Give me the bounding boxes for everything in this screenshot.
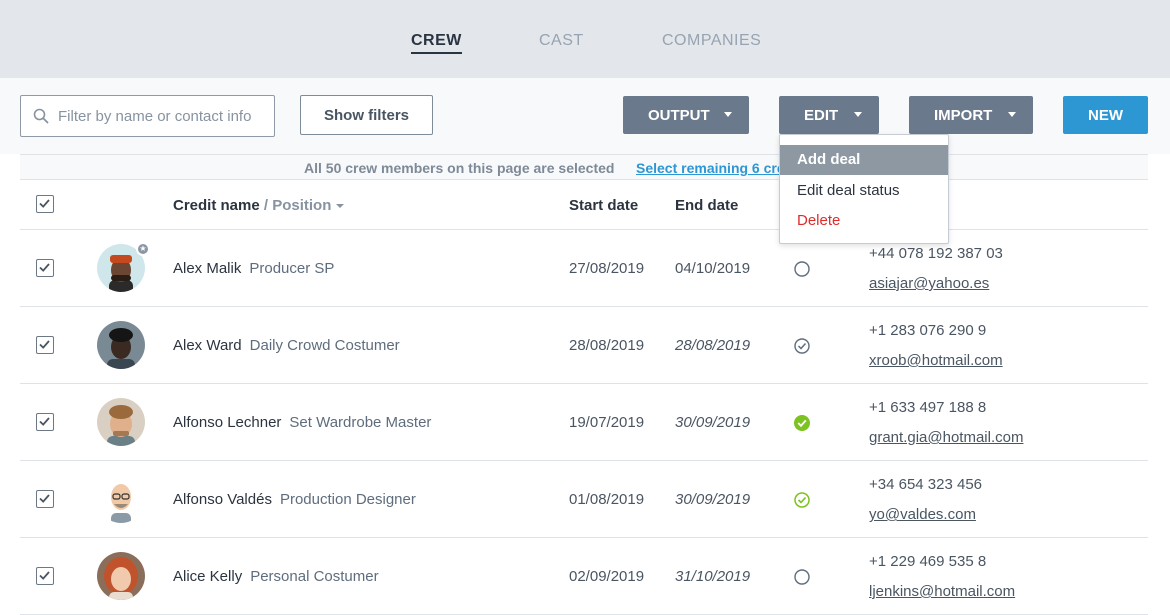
- table-row[interactable]: Alfonso Lechner Set Wardrobe Master 19/07…: [20, 384, 1148, 461]
- crew-name: Alfonso Lechner: [173, 414, 282, 431]
- phone-number: +1 633 497 188 8: [869, 399, 987, 416]
- avatar: [97, 475, 145, 523]
- tab-companies[interactable]: COMPANIES: [662, 32, 761, 50]
- selection-banner: All 50 crew members on this page are sel…: [20, 154, 1148, 180]
- start-date: 27/08/2019: [569, 260, 645, 277]
- email-link[interactable]: xroob@hotmail.com: [869, 352, 1003, 369]
- phone-number: +1 283 076 290 9: [869, 322, 987, 339]
- checkmark-icon: [39, 340, 50, 349]
- email-link[interactable]: asiajar@yahoo.es: [869, 275, 989, 292]
- search-input[interactable]: [58, 107, 268, 125]
- crew-position: Personal Costumer: [250, 568, 379, 585]
- crew-position: Daily Crowd Costumer: [249, 337, 400, 354]
- search-icon: [33, 108, 49, 124]
- crew-position: Production Designer: [279, 491, 416, 508]
- phone-number: +34 654 323 456: [869, 476, 983, 493]
- selection-message: All 50 crew members on this page are sel…: [304, 160, 615, 176]
- checkmark-icon: [39, 494, 50, 503]
- chevron-down-icon: [1008, 112, 1016, 117]
- position-label: Position: [272, 197, 332, 214]
- chevron-down-icon: [854, 112, 862, 117]
- deal-status-approved-icon[interactable]: [793, 491, 811, 509]
- menu-item-add-deal[interactable]: Add deal: [780, 145, 948, 175]
- checkmark-icon: [39, 417, 50, 426]
- chevron-down-icon: [724, 112, 732, 117]
- deal-status-empty-icon[interactable]: [793, 260, 811, 278]
- credit-name[interactable]: Alice Kelly Personal Costumer: [173, 568, 379, 585]
- end-date: 31/10/2019: [675, 568, 751, 585]
- start-date: 28/08/2019: [569, 337, 645, 354]
- menu-item-delete[interactable]: Delete: [780, 206, 948, 236]
- import-button-label: IMPORT: [934, 106, 993, 124]
- checkmark-icon: [39, 571, 50, 580]
- output-button-label: OUTPUT: [648, 106, 710, 124]
- phone-number: +1 229 469 535 8: [869, 553, 987, 570]
- table-header: Credit name / Position Start date End da…: [20, 179, 1148, 230]
- credit-name[interactable]: Alfonso Lechner Set Wardrobe Master: [173, 414, 431, 431]
- avatar: [97, 321, 145, 369]
- phone-number: +44 078 192 387 03: [869, 245, 1003, 262]
- start-date: 19/07/2019: [569, 414, 645, 431]
- edit-button-label: EDIT: [804, 106, 839, 124]
- crew-name: Alice Kelly: [173, 568, 243, 585]
- start-date: 02/09/2019: [569, 568, 645, 585]
- start-date: 01/08/2019: [569, 491, 645, 508]
- row-checkbox[interactable]: [36, 259, 54, 277]
- crew-position: Set Wardrobe Master: [289, 414, 432, 431]
- end-date: 30/09/2019: [675, 414, 751, 431]
- checkmark-icon: [39, 199, 50, 208]
- import-button[interactable]: IMPORT: [909, 96, 1033, 134]
- avatar: [97, 398, 145, 446]
- row-checkbox[interactable]: [36, 567, 54, 585]
- table-row[interactable]: Alex Ward Daily Crowd Costumer 28/08/2019…: [20, 307, 1148, 384]
- table-row[interactable]: Alfonso Valdés Production Designer 01/08/…: [20, 461, 1148, 538]
- top-nav-bar: CREW CAST COMPANIES: [0, 0, 1170, 78]
- end-date: 28/08/2019: [675, 337, 751, 354]
- end-date-header[interactable]: End date: [675, 197, 738, 214]
- tab-cast[interactable]: CAST: [539, 32, 584, 50]
- credit-name-label: Credit name: [173, 197, 260, 214]
- table-row[interactable]: ★ Alex Malik Producer SP 27/08/2019 04/10…: [20, 230, 1148, 307]
- email-link[interactable]: yo@valdes.com: [869, 506, 976, 523]
- edit-button[interactable]: EDIT: [779, 96, 879, 134]
- header-separator: /: [259, 197, 273, 214]
- deal-status-signed-icon[interactable]: [793, 414, 811, 432]
- select-all-checkbox[interactable]: [36, 195, 54, 213]
- star-badge-icon: ★: [136, 242, 150, 256]
- tab-bar: CREW CAST COMPANIES: [0, 32, 1170, 56]
- table-row[interactable]: Alice Kelly Personal Costumer 02/09/2019 …: [20, 538, 1148, 615]
- crew-name: Alfonso Valdés: [173, 491, 272, 508]
- start-date-header[interactable]: Start date: [569, 197, 638, 214]
- select-remaining-link[interactable]: Select remaining 6 crew members: [636, 160, 798, 176]
- new-button[interactable]: NEW: [1063, 96, 1148, 134]
- crew-name: Alex Ward: [173, 337, 242, 354]
- checkmark-icon: [39, 263, 50, 272]
- toolbar: Show filters OUTPUT EDIT IMPORT NEW: [0, 78, 1170, 154]
- sort-down-icon: [336, 204, 345, 209]
- credit-name-header[interactable]: Credit name / Position: [173, 197, 345, 214]
- end-date: 04/10/2019: [675, 260, 751, 277]
- credit-name[interactable]: Alex Ward Daily Crowd Costumer: [173, 337, 400, 354]
- show-filters-button[interactable]: Show filters: [300, 95, 433, 135]
- row-checkbox[interactable]: [36, 413, 54, 431]
- search-box[interactable]: [20, 95, 275, 137]
- menu-item-edit-deal-status[interactable]: Edit deal status: [780, 176, 948, 206]
- credit-name[interactable]: Alex Malik Producer SP: [173, 260, 334, 277]
- credit-name[interactable]: Alfonso Valdés Production Designer: [173, 491, 416, 508]
- output-button[interactable]: OUTPUT: [623, 96, 749, 134]
- row-checkbox[interactable]: [36, 336, 54, 354]
- email-link[interactable]: ljenkins@hotmail.com: [869, 583, 1015, 600]
- deal-status-pending-icon[interactable]: [793, 337, 811, 355]
- email-link[interactable]: grant.gia@hotmail.com: [869, 429, 1023, 446]
- deal-status-empty-icon[interactable]: [793, 568, 811, 586]
- crew-position: Producer SP: [249, 260, 335, 277]
- edit-dropdown-menu: Add deal Edit deal status Delete: [779, 134, 949, 244]
- end-date: 30/09/2019: [675, 491, 751, 508]
- tab-crew[interactable]: CREW: [411, 32, 462, 54]
- row-checkbox[interactable]: [36, 490, 54, 508]
- avatar: [97, 552, 145, 600]
- crew-name: Alex Malik: [173, 260, 242, 277]
